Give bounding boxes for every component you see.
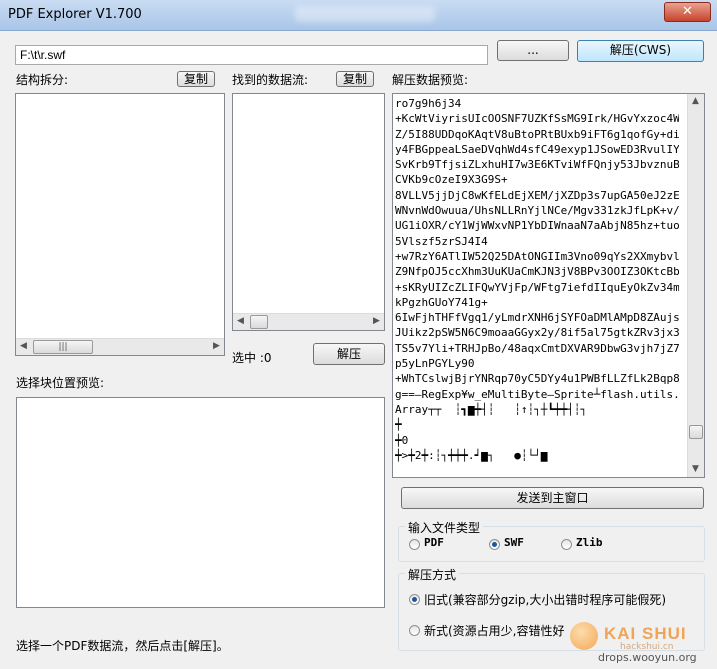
preview-line: TS5v7Yli+TRHJpBo/48aqxCmtDXVAR9DbwG3vjh7… <box>395 341 679 355</box>
streams-hscrollbar[interactable]: ◀ ▶ <box>233 313 384 330</box>
streams-label: 找到的数据流: <box>232 73 309 87</box>
radio-old-mode-label: 旧式(兼容部分gzip,大小出错时程序可能假死) <box>424 593 667 607</box>
input-type-title: 输入文件类型 <box>405 519 484 536</box>
structure-list[interactable]: ◀ ||| ▶ <box>15 93 225 356</box>
preview-line: 6IwFjhTHFfVgq1/yLmdrXNH6jSYFOaDMlAMpD8ZA… <box>395 311 679 325</box>
preview-line: kPgzhGUoY741g+ <box>395 295 488 309</box>
blurred-title-region <box>295 6 435 22</box>
scroll-thumb[interactable]: ||| <box>33 340 93 354</box>
app-window: PDF Explorer V1.700 ✕ ... 解压(CWS) 结构拆分: … <box>0 0 717 669</box>
preview-line: ro7g9h6j34 <box>395 97 462 110</box>
watermark: KAI SHUI hackshui.cn drops.wooyun.org <box>568 620 713 666</box>
preview-line: ┿0 <box>395 433 409 447</box>
radio-new-mode[interactable] <box>409 625 420 636</box>
preview-vscrollbar[interactable]: ▲ ▼ <box>687 94 704 477</box>
preview-line: +sKRyUIZcZLIFQwYVjFp/WFtg7iefdIIquEyOkZv… <box>395 280 679 294</box>
streams-list[interactable]: ◀ ▶ <box>232 93 385 331</box>
preview-line: +KcWtViyrisUIcOOSNF7UZKfSsMG9Irk/HGvYxzo… <box>395 112 679 126</box>
radio-zlib-label: Zlib <box>576 536 603 549</box>
preview-line: CVKb9cOzeI9X3G9S+ <box>395 173 508 187</box>
radio-pdf[interactable] <box>409 539 420 550</box>
close-button[interactable]: ✕ <box>664 2 711 22</box>
data-preview-content: ro7g9h6j34 +KcWtViyrisUIcOOSNF7UZKfSsMG9I… <box>395 96 679 472</box>
watermark-logo-icon <box>570 622 598 650</box>
scroll-thumb[interactable] <box>689 425 703 439</box>
preview-line: Z/5I88UDDqoKAqtV8uBtoPRtBUxb9iFT6g1qofGy… <box>395 127 679 141</box>
preview-line: WNvnWdOwuua/UhsNLLRnYjlNCe/Mgv331zkJfLpK… <box>395 204 679 218</box>
send-to-main-button[interactable]: 发送到主窗口 <box>401 487 704 509</box>
preview-line: +WhTCslwjBjrYNRqp70yC5DYy4u1PWBfLLZfLk2B… <box>395 372 679 386</box>
block-preview-area[interactable] <box>16 397 385 608</box>
data-preview-label: 解压数据预览: <box>392 73 469 87</box>
file-path-input[interactable] <box>15 45 488 65</box>
radio-swf-label: SWF <box>504 536 524 549</box>
scroll-up-icon[interactable]: ▲ <box>688 94 703 109</box>
scroll-right-icon[interactable]: ▶ <box>209 339 224 354</box>
scroll-right-icon[interactable]: ▶ <box>369 314 384 329</box>
preview-line: y4FBGppeaLSaeDVqhWd4sfC49exyp1JSowED3Rvu… <box>395 142 679 156</box>
scroll-left-icon[interactable]: ◀ <box>16 339 31 354</box>
browse-button[interactable]: ... <box>497 40 569 61</box>
structure-hscrollbar[interactable]: ◀ ||| ▶ <box>16 338 224 355</box>
structure-label: 结构拆分: <box>16 73 69 87</box>
preview-line: Array┬┬ ┆┓▆┿┤┆ ┆↑┆┐┼┗┿┿┤┆┐ <box>395 402 588 416</box>
scroll-left-icon[interactable]: ◀ <box>233 314 248 329</box>
stream-decompress-button[interactable]: 解压 <box>313 343 385 365</box>
radio-new-mode-label: 新式(资源占用少,容错性好 <box>424 624 565 638</box>
selected-count: 选中 :0 <box>232 351 272 365</box>
preview-line: ┿>┿2┿:┆┐┿┿┿.┙▆┐ ●┆└┘▆ <box>395 448 548 462</box>
preview-line: +w7RzY6ATlIW52Q25DAtONGIIm3Vno09qYs2XXmy… <box>395 249 679 263</box>
preview-line: ┿ <box>395 418 402 432</box>
input-type-group: 输入文件类型 PDF SWF Zlib <box>398 519 705 562</box>
scroll-thumb[interactable] <box>250 315 268 329</box>
preview-line: SvKrb9TfjsiZLxhuHI7w3E6KTviWfFQnjy53Jbvz… <box>395 158 679 172</box>
preview-line: 5Vlszf5zrSJ4I4 <box>395 234 488 248</box>
preview-line: Z9NfpOJ5ccXhm3UuKUaCmKJN3jV8BPv3OOIZ3OKt… <box>395 265 679 279</box>
streams-copy-button[interactable]: 复制 <box>336 71 374 87</box>
preview-line: 8VLLV5jjDjC8wKfELdEjXEM/jXZDp3s7upGA50eJ… <box>395 188 679 202</box>
status-text: 选择一个PDF数据流，然后点击[解压]。 <box>16 639 229 653</box>
watermark-brand: KAI SHUI <box>604 624 687 643</box>
preview-line: UG1iOXR/cY1WjWWxvNP1YbDIWnaaN7aAbjN85hz+… <box>395 219 679 233</box>
decompress-cws-button[interactable]: 解压(CWS) <box>577 40 704 62</box>
radio-pdf-label: PDF <box>424 536 444 549</box>
radio-zlib[interactable] <box>561 539 572 550</box>
scroll-down-icon[interactable]: ▼ <box>688 462 703 477</box>
title-bar[interactable]: PDF Explorer V1.700 ✕ <box>0 0 717 31</box>
preview-line: g==—RegExp¥w_eMultiByte—Sprite┴flash.uti… <box>395 387 679 401</box>
watermark-site: drops.wooyun.org <box>598 651 697 664</box>
preview-line: JUikz2pSW5N6C9moaaGGyx2y/8if5al75gtkZRv3… <box>395 326 679 340</box>
structure-copy-button[interactable]: 复制 <box>177 71 215 87</box>
radio-old-mode[interactable] <box>409 594 420 605</box>
radio-swf[interactable] <box>489 539 500 550</box>
window-title: PDF Explorer V1.700 <box>8 7 142 22</box>
decompress-mode-title: 解压方式 <box>405 566 460 583</box>
block-preview-label: 选择块位置预览: <box>16 376 105 390</box>
data-preview-textbox[interactable]: ro7g9h6j34 +KcWtViyrisUIcOOSNF7UZKfSsMG9I… <box>392 93 705 478</box>
preview-line: p5yLnPGYLy90 <box>395 357 475 371</box>
